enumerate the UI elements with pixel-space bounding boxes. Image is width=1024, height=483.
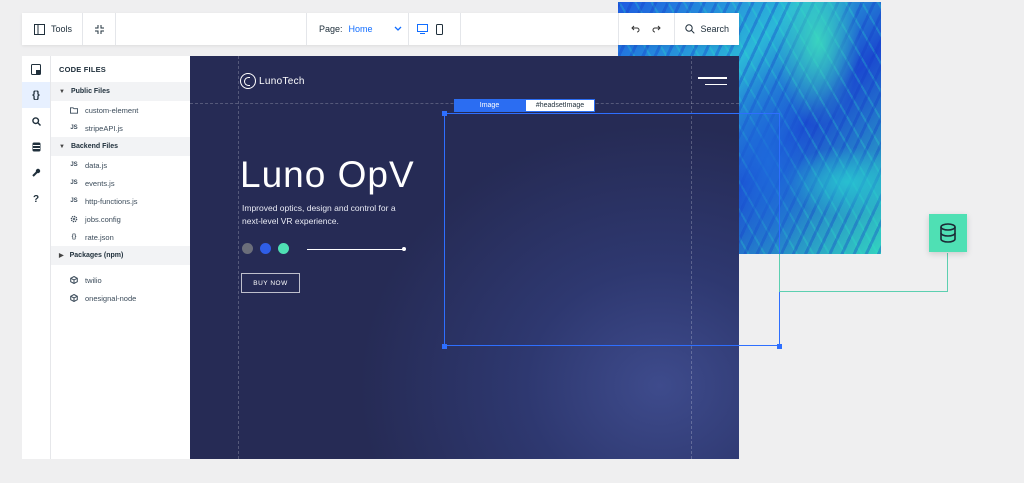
folder-icon	[70, 106, 78, 114]
device-switcher	[409, 13, 461, 45]
desktop-icon[interactable]	[417, 24, 428, 34]
file-name: twilio	[85, 275, 102, 285]
hero-subtitle: Improved optics, design and control for …	[242, 203, 396, 226]
database-icon	[32, 142, 40, 152]
slider-track[interactable]	[307, 249, 403, 250]
file-item[interactable]: jobs.config	[51, 210, 190, 228]
rail-code[interactable]: {}	[22, 82, 50, 108]
rail-files[interactable]	[22, 56, 50, 82]
js-icon: JS	[70, 198, 78, 204]
file-name: events.js	[85, 178, 115, 188]
file-name: custom-element	[85, 105, 139, 115]
code-files-panel: CODE FILES ▼ Public Files custom-element…	[51, 56, 190, 459]
site-logo[interactable]: LunoTech	[240, 73, 305, 89]
rail-search[interactable]	[22, 108, 50, 134]
file-name: onesignal-node	[85, 293, 137, 303]
file-name: data.js	[85, 160, 108, 170]
page-selector[interactable]: Page: Home	[306, 13, 409, 45]
tools-icon	[34, 23, 45, 35]
grid-guide	[238, 56, 239, 459]
resize-handle[interactable]	[442, 344, 447, 349]
wrench-icon	[32, 168, 41, 177]
file-item[interactable]: JS data.js	[51, 156, 190, 174]
section-label: Packages (npm)	[69, 252, 124, 259]
collapse-icon	[94, 24, 104, 34]
toolbar-right: Search	[618, 13, 739, 45]
resize-handle[interactable]	[777, 344, 782, 349]
code-files-title: CODE FILES	[59, 64, 107, 74]
tools-label: Tools	[51, 24, 73, 34]
gear-icon	[70, 215, 78, 223]
redo-icon[interactable]	[652, 25, 661, 33]
help-icon: ?	[32, 193, 40, 205]
search-button[interactable]: Search	[675, 13, 740, 45]
database-badge[interactable]	[929, 214, 967, 252]
side-rail: {} ?	[22, 56, 51, 459]
page-value: Home	[348, 24, 373, 34]
logo-mark-icon	[240, 73, 256, 89]
section-public-files[interactable]: ▼ Public Files	[51, 82, 190, 101]
color-options	[242, 243, 289, 254]
color-swatch-green[interactable]	[278, 243, 289, 254]
search-icon	[31, 116, 41, 126]
file-name: rate.json	[85, 232, 114, 242]
files-icon	[31, 63, 41, 75]
database-icon	[940, 223, 956, 243]
file-name: jobs.config	[85, 214, 121, 224]
js-icon: JS	[70, 162, 78, 168]
search-icon	[684, 24, 695, 34]
slider-knob[interactable]	[402, 247, 406, 251]
connector-line	[947, 253, 948, 292]
section-backend-files[interactable]: ▼ Backend Files	[51, 137, 190, 156]
file-item[interactable]: JS http-functions.js	[51, 192, 190, 210]
file-item[interactable]: JS events.js	[51, 174, 190, 192]
section-label: Backend Files	[70, 143, 119, 150]
js-icon: JS	[70, 125, 78, 131]
rail-tools[interactable]	[22, 160, 50, 186]
caret-down-icon: ▼	[59, 143, 65, 150]
mobile-icon[interactable]	[436, 23, 443, 35]
chevron-down-icon	[394, 26, 402, 31]
undo-redo-group	[618, 13, 675, 45]
caret-right-icon: ▶	[59, 253, 64, 259]
package-icon	[70, 294, 78, 302]
section-packages[interactable]: ▶ Packages (npm)	[51, 246, 190, 265]
file-item[interactable]: twilio	[51, 271, 190, 289]
tools-button[interactable]: Tools	[22, 13, 83, 45]
buy-now-button[interactable]: BUY NOW	[241, 273, 300, 293]
undo-icon[interactable]	[631, 25, 640, 33]
selection-id-tag[interactable]: #headsetImage	[525, 99, 595, 112]
connector-line	[779, 254, 780, 291]
image-selection-box[interactable]	[444, 113, 780, 346]
file-name: http-functions.js	[85, 196, 138, 206]
collapse-button[interactable]	[83, 13, 116, 45]
resize-handle[interactable]	[442, 111, 447, 116]
page-prefix: Page:	[319, 24, 343, 34]
js-icon: JS	[70, 180, 78, 186]
file-item[interactable]: custom-element	[51, 101, 190, 119]
hamburger-menu-icon[interactable]	[698, 77, 727, 90]
file-item[interactable]: JS stripeAPI.js	[51, 119, 190, 137]
package-icon	[70, 276, 78, 284]
hero-title: Luno OpV	[240, 154, 415, 195]
file-item[interactable]: onesignal-node	[51, 289, 190, 307]
color-swatch-gray[interactable]	[242, 243, 253, 254]
connector-line	[779, 291, 948, 292]
selection-type-tag[interactable]: Image	[454, 99, 525, 112]
caret-down-icon: ▼	[59, 88, 65, 95]
rail-help[interactable]: ?	[22, 186, 50, 212]
json-icon: {}	[71, 234, 77, 240]
search-label: Search	[700, 24, 730, 34]
file-name: stripeAPI.js	[85, 123, 123, 133]
section-label: Public Files	[70, 88, 110, 95]
color-swatch-blue[interactable]	[260, 243, 271, 254]
file-item[interactable]: {} rate.json	[51, 228, 190, 246]
logo-text: LunoTech	[259, 75, 305, 87]
rail-database[interactable]	[22, 134, 50, 160]
code-icon: {}	[32, 89, 40, 101]
